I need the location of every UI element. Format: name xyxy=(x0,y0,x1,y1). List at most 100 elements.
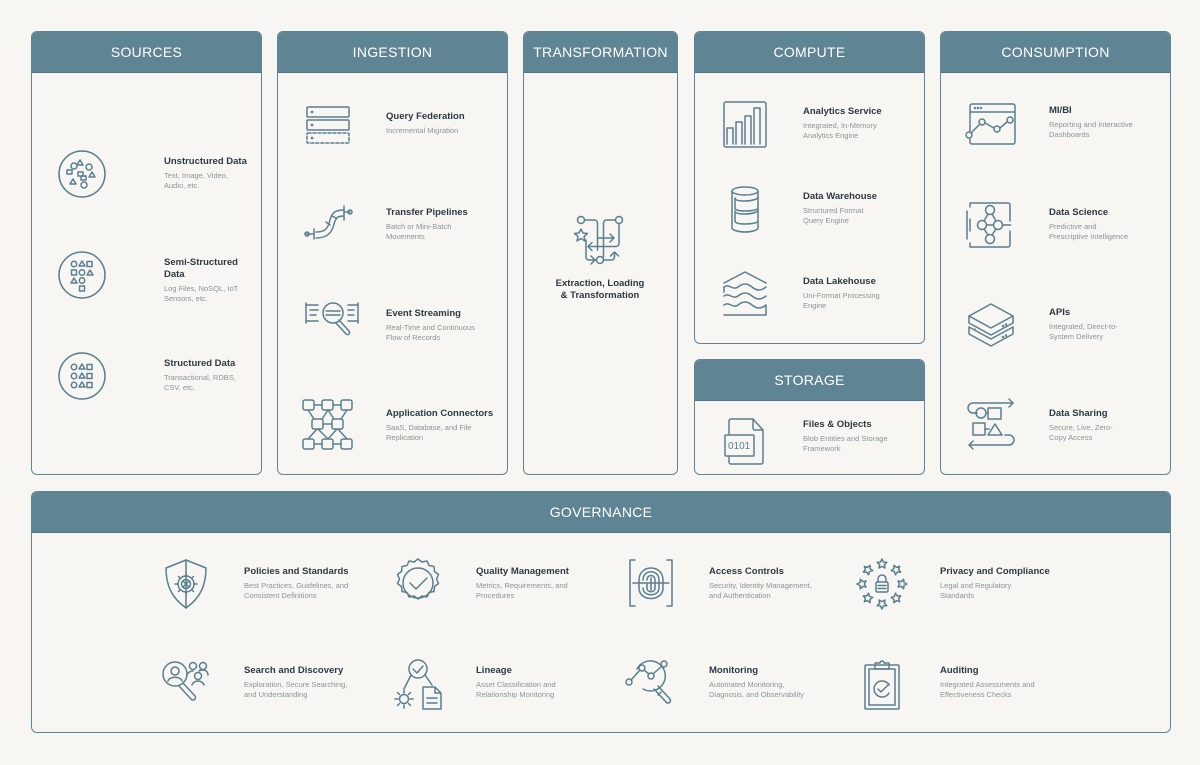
consumption-title: Data Sharing xyxy=(1049,408,1108,419)
governance-item-auditing: Auditing Integrated Assessments and Effec… xyxy=(856,659,1035,711)
sources-panel: SOURCES Unstructured Data Text, Image, V… xyxy=(31,31,262,475)
quality-badge-icon xyxy=(392,558,444,610)
data-science-icon xyxy=(965,199,1017,251)
monitoring-search-icon xyxy=(625,659,677,711)
compute-desc: Integrated, In-Memory Analytics Engine xyxy=(803,121,877,140)
source-desc: Text, Image, Video, Audio, etc. xyxy=(164,171,229,190)
governance-title: Search and Discovery xyxy=(244,665,344,676)
governance-item-search-discovery: Search and Discovery Exploration, Secure… xyxy=(160,659,347,711)
api-layers-icon xyxy=(965,300,1017,352)
governance-title: Monitoring xyxy=(709,665,759,676)
fingerprint-icon xyxy=(625,558,677,610)
ingestion-header: INGESTION xyxy=(278,32,507,73)
storage-title: Files & Objects xyxy=(803,419,872,430)
transformation-item-elt: Extraction, Loading & Transformation xyxy=(524,214,676,302)
governance-desc: Metrics, Requirements, and Procedures xyxy=(476,581,568,600)
binary-file-text: 0101 xyxy=(728,441,751,452)
ingestion-title: Event Streaming xyxy=(386,308,461,319)
ingestion-item-query-federation: Query Federation Incremental Migration xyxy=(302,102,465,154)
source-item-unstructured: Unstructured Data Text, Image, Video, Aud… xyxy=(56,148,247,200)
ingestion-item-transfer-pipelines: Transfer Pipelines Batch or Mini-Batch Mo… xyxy=(302,198,468,250)
consumption-title: APIs xyxy=(1049,307,1071,318)
governance-panel: GOVERNANCE Policies and Standards Best P… xyxy=(31,491,1171,733)
storage-desc: Blob Entities and Storage Framework xyxy=(803,434,888,453)
pipeline-icon xyxy=(302,198,354,250)
ingestion-desc: Batch or Mini-Batch Movements xyxy=(386,222,452,241)
governance-desc: Automated Monitoring, Diagnosis, and Obse… xyxy=(709,680,805,699)
compute-title: Analytics Service xyxy=(803,106,882,117)
consumption-desc: Integrated, Direct-to- System Delivery xyxy=(1049,322,1118,341)
ingestion-desc: Real-Time and Continuous Flow of Records xyxy=(386,323,475,342)
compute-item-data-warehouse: Data Warehouse Structured Format Query En… xyxy=(719,184,877,236)
governance-title: Policies and Standards xyxy=(244,566,349,577)
consumption-item-data-sharing: Data Sharing Secure, Live, Zero- Copy Acc… xyxy=(965,398,1113,451)
unstructured-data-icon xyxy=(56,148,108,200)
database-icon xyxy=(719,184,771,236)
source-title: Semi-Structured Data xyxy=(164,257,238,280)
consumption-header: CONSUMPTION xyxy=(941,32,1170,73)
privacy-stars-lock-icon xyxy=(856,558,908,610)
lakehouse-icon xyxy=(719,269,771,321)
source-desc: Log Files, NoSQL, IoT Sensors, etc. xyxy=(164,284,239,303)
storage-header: STORAGE xyxy=(695,360,924,401)
consumption-item-data-science: Data Science Predictive and Prescriptive … xyxy=(965,199,1128,251)
ingestion-desc: SaaS, Database, and File Replication xyxy=(386,423,472,442)
ingestion-item-application-connectors: Application Connectors SaaS, Database, a… xyxy=(302,399,493,451)
governance-desc: Best Practices, Guidelines, and Consisten… xyxy=(244,581,349,600)
compute-desc: Structured Format Query Engine xyxy=(803,206,864,225)
compute-title: Data Warehouse xyxy=(803,191,878,202)
shield-icon xyxy=(160,558,212,610)
data-sharing-icon xyxy=(965,398,1017,451)
compute-header: COMPUTE xyxy=(695,32,924,73)
governance-item-monitoring: Monitoring Automated Monitoring, Diagnosi… xyxy=(625,659,804,711)
governance-title: Access Controls xyxy=(709,566,784,577)
connector-network-icon xyxy=(302,399,354,451)
semi-structured-data-icon xyxy=(56,249,108,301)
bar-chart-icon xyxy=(719,99,771,151)
source-title: Unstructured Data xyxy=(164,156,247,167)
compute-title: Data Lakehouse xyxy=(803,276,876,287)
governance-item-access-controls: Access Controls Security, Identity Manag… xyxy=(625,558,812,610)
storage-panel: STORAGE 0101 Files & Objects Blob Entiti… xyxy=(694,359,925,475)
compute-item-analytics-service: Analytics Service Integrated, In-Memory A… xyxy=(719,99,882,151)
transformation-panel: TRANSFORMATION Extraction, Loading & Tran… xyxy=(523,31,678,475)
governance-title: Lineage xyxy=(476,665,512,676)
consumption-desc: Secure, Live, Zero- Copy Access xyxy=(1049,423,1113,442)
governance-desc: Exploration, Secure Searching, and Unders… xyxy=(244,680,348,699)
transformation-header: TRANSFORMATION xyxy=(524,32,677,73)
storage-item-files-objects: 0101 Files & Objects Blob Entities and S… xyxy=(719,415,888,467)
consumption-desc: Reporting and Interactive Dashboards xyxy=(1049,120,1133,139)
compute-item-data-lakehouse: Data Lakehouse Uni-Format Processing Engi… xyxy=(719,269,880,321)
governance-item-policies: Policies and Standards Best Practices, G… xyxy=(160,558,349,610)
governance-header: GOVERNANCE xyxy=(32,492,1170,533)
lineage-icon xyxy=(392,659,444,711)
ingestion-title: Application Connectors xyxy=(386,408,494,419)
compute-desc: Uni-Format Processing Engine xyxy=(803,291,880,310)
consumption-item-apis: APIs Integrated, Direct-to- System Delive… xyxy=(965,300,1118,352)
elt-flow-icon xyxy=(573,214,626,266)
governance-desc: Security, Identity Management, and Authen… xyxy=(709,581,812,600)
governance-desc: Asset Classification and Relationship Mon… xyxy=(476,680,556,699)
dashboard-chart-icon xyxy=(965,102,1017,154)
governance-item-quality: Quality Management Metrics, Requirements… xyxy=(392,558,569,610)
governance-desc: Integrated Assessments and Effectiveness … xyxy=(940,680,1035,699)
governance-desc: Legal and Regulatory Standards xyxy=(940,581,1012,600)
consumption-title: MI/BI xyxy=(1049,105,1072,116)
source-item-structured: Structured Data Transactional, RDBS, CSV,… xyxy=(56,350,236,402)
sources-header: SOURCES xyxy=(32,32,261,73)
ingestion-desc: Incremental Migration xyxy=(386,126,459,135)
consumption-desc: Predictive and Prescriptive Intelligence xyxy=(1049,222,1129,241)
governance-item-lineage: Lineage Asset Classification and Relation… xyxy=(392,659,556,711)
ingestion-item-event-streaming: Event Streaming Real-Time and Continuous… xyxy=(302,299,475,351)
transformation-title: Extraction, Loading & Transformation xyxy=(555,278,645,301)
ingestion-title: Query Federation xyxy=(386,111,465,122)
ingestion-title: Transfer Pipelines xyxy=(386,207,468,218)
ingestion-panel: INGESTION Query Federation Incremental M… xyxy=(277,31,508,475)
consumption-panel: CONSUMPTION MI/BI Reporting and Interact… xyxy=(940,31,1171,475)
stream-search-icon xyxy=(302,299,359,351)
consumption-title: Data Science xyxy=(1049,207,1109,218)
compute-panel: COMPUTE Analytics Service Integrated, In… xyxy=(694,31,925,344)
source-item-semi-structured: Semi-Structured Data Log Files, NoSQL, I… xyxy=(56,249,261,304)
governance-item-privacy: Privacy and Compliance Legal and Regulat… xyxy=(856,558,1050,610)
governance-title: Auditing xyxy=(940,665,979,676)
